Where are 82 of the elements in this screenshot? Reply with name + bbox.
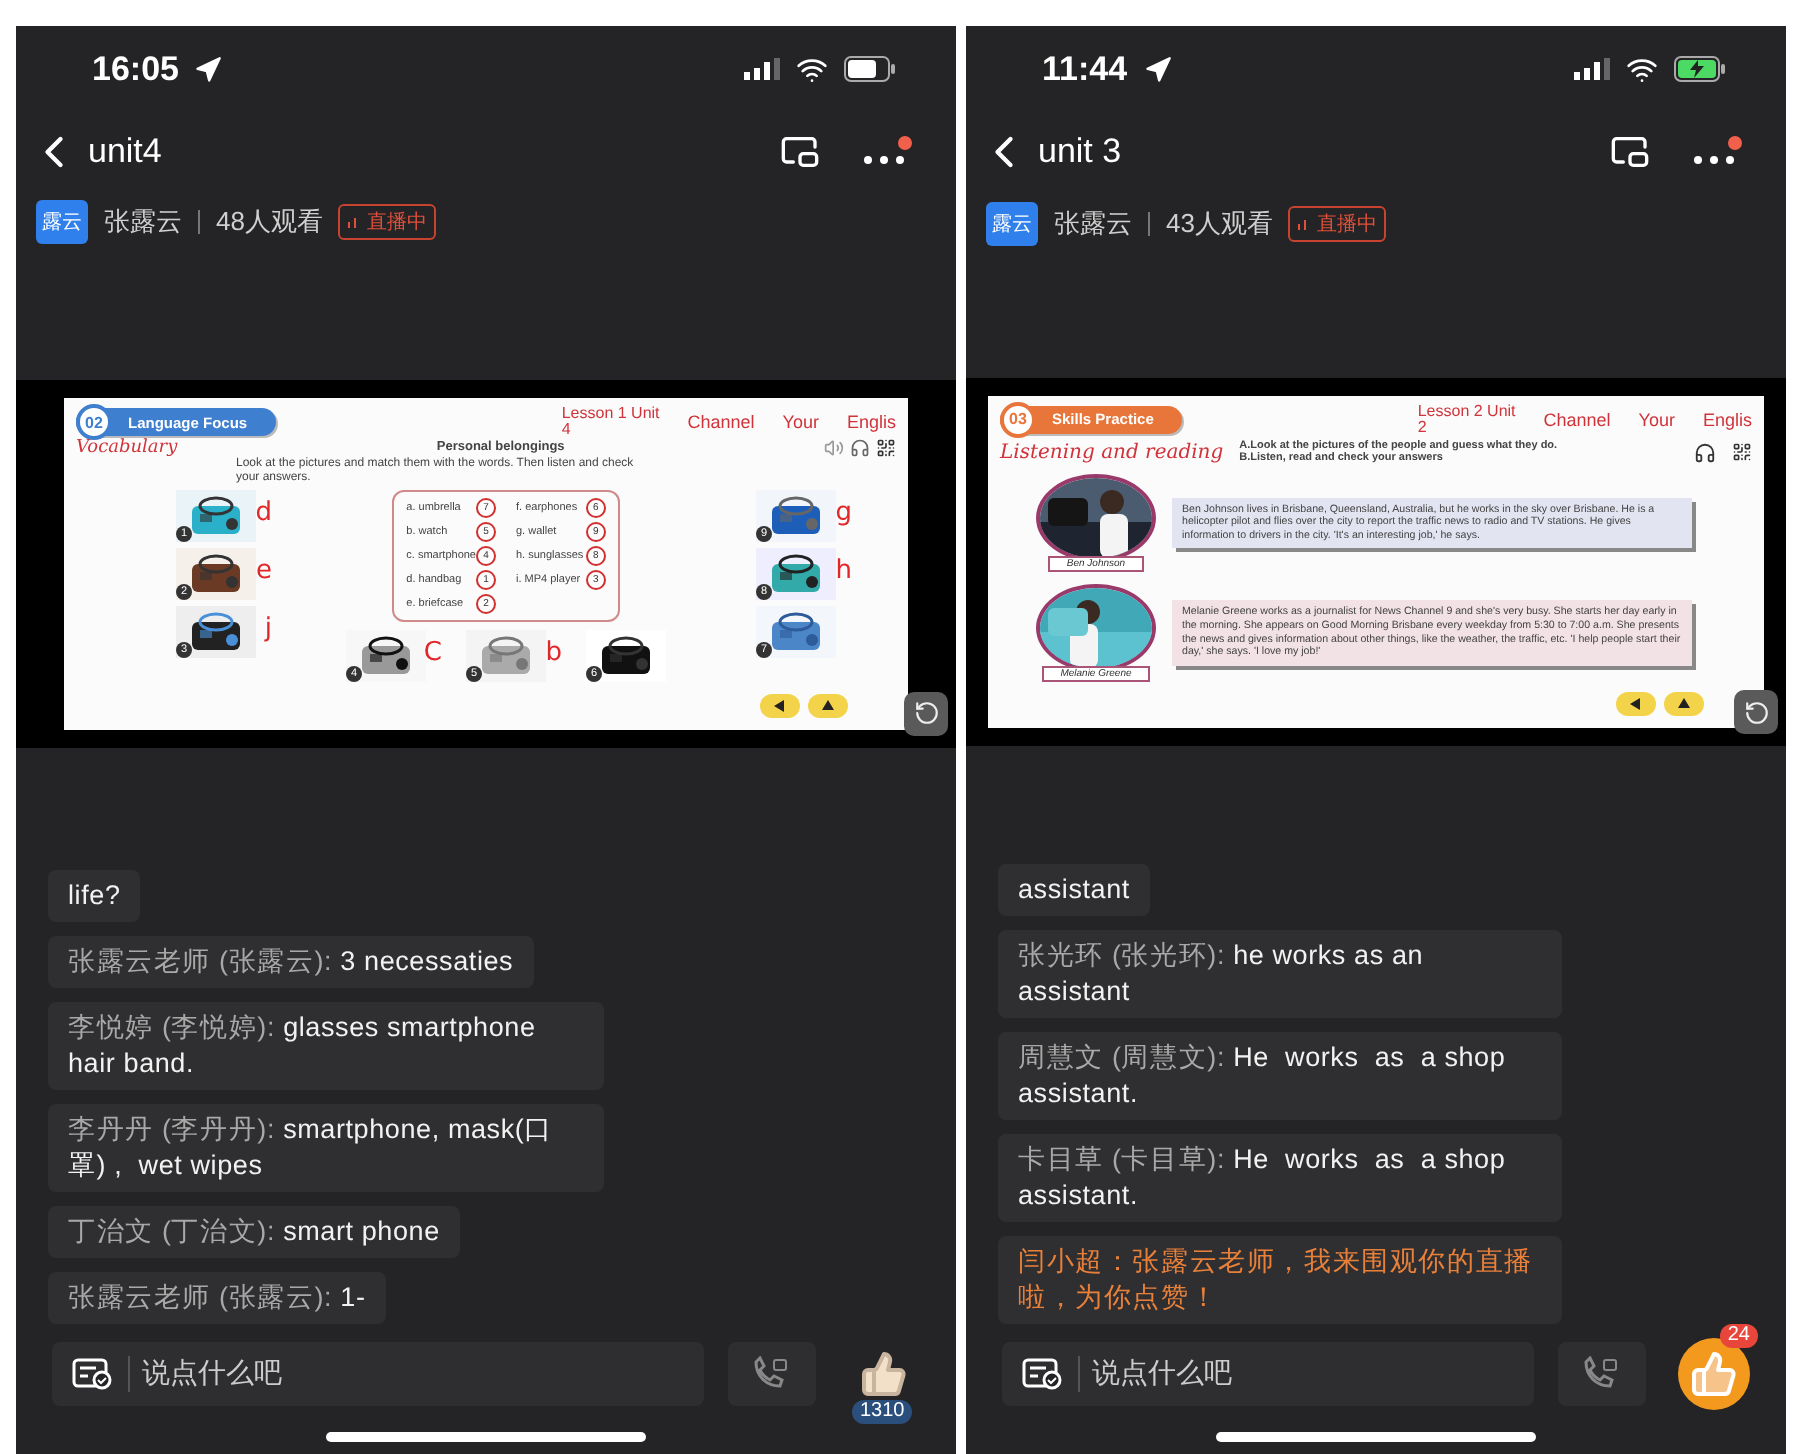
status-time: 11:44 <box>1042 49 1128 90</box>
handwritten-letter: j <box>264 614 272 645</box>
chat-message: 李悦婷 (李悦婷): glasses smartphone hair band. <box>48 1002 604 1091</box>
call-button[interactable] <box>728 1342 816 1407</box>
chat-message: 丁治文 (丁治文): smart phone <box>48 1206 460 1259</box>
lesson-title: Lesson 2 Unit <box>1417 403 1516 420</box>
book-title-word: Channel <box>1543 409 1611 430</box>
chat-message: 李丹丹 (李丹丹): smartphone, mask(口罩) , wet wipes <box>48 1104 604 1193</box>
book-title-word: Englis <box>846 412 896 433</box>
previous-button[interactable] <box>760 694 800 719</box>
lesson-number: 2 <box>1417 419 1429 436</box>
headphones-icon[interactable] <box>850 438 870 459</box>
handwritten-letter: e <box>256 556 272 587</box>
more-icon[interactable] <box>864 135 912 168</box>
rotate-icon <box>1743 699 1769 725</box>
page-title: unit4 <box>88 131 162 172</box>
triangle-left-icon <box>1630 697 1642 710</box>
lesson-title: Lesson 1 Unit <box>561 406 660 423</box>
slide-subtitle: Vocabulary <box>76 438 178 459</box>
handwritten-letter: h <box>835 556 852 587</box>
qr-code-icon <box>1732 442 1752 463</box>
rotate-button[interactable] <box>904 691 948 736</box>
rotate-button[interactable] <box>1734 690 1778 734</box>
viewer-count: 43人观看 <box>1166 205 1273 242</box>
host-name: 张露云 <box>1054 205 1132 242</box>
more-icon[interactable] <box>1694 135 1742 168</box>
handwritten-letter: d <box>255 498 272 529</box>
chat-message: life? <box>48 870 141 923</box>
chat-message: 闫小超：张露云老师，我来围观你的直播啦，为你点赞！ <box>998 1236 1562 1325</box>
chat-message: assistant <box>998 864 1150 917</box>
location-icon <box>1143 55 1172 84</box>
comment-icon <box>72 1358 112 1391</box>
host-avatar: 露云 <box>36 200 88 245</box>
up-button[interactable] <box>808 694 848 719</box>
comment-icon <box>1022 1358 1062 1391</box>
signal-icon <box>744 58 780 81</box>
comment-field[interactable]: 说点什么吧 <box>1002 1342 1534 1407</box>
wifi-icon <box>796 53 828 86</box>
call-button[interactable] <box>1558 1342 1646 1407</box>
previous-button[interactable] <box>1616 691 1656 716</box>
live-badge: 直播中 <box>1288 205 1387 242</box>
host-avatar: 露云 <box>986 201 1038 246</box>
triangle-left-icon <box>774 700 786 713</box>
chat-message: 张露云老师 (张露云): 1- <box>48 1272 386 1325</box>
book-title-word: Englis <box>1702 409 1752 430</box>
chat-message: 张露云老师 (张露云): 3 necessaties <box>48 936 534 989</box>
like-button[interactable]: 1310 <box>840 1324 928 1425</box>
live-badge: 直播中 <box>338 204 437 241</box>
comment-field[interactable]: 说点什么吧 <box>52 1342 704 1407</box>
slide-subtitle: Listening and reading <box>1000 441 1224 464</box>
chat-message: 周慧文 (周慧文): He works as a shop assistant. <box>998 1032 1562 1121</box>
chat-message: 张光环 (张光环): he works as an assistant <box>998 930 1562 1019</box>
rotate-icon <box>913 700 939 727</box>
up-button[interactable] <box>1664 691 1704 716</box>
wifi-icon <box>1626 53 1658 86</box>
like-count: 24 <box>1719 1324 1758 1349</box>
section-number: 02 <box>76 404 112 441</box>
handwritten-letter: g <box>835 498 852 529</box>
section-number: 03 <box>1000 401 1036 438</box>
book-title-word: Your <box>782 412 819 433</box>
speaker-icon[interactable] <box>824 438 844 459</box>
triangle-up-icon <box>822 700 834 713</box>
thumbs-up-icon <box>1690 1350 1738 1399</box>
thumbs-up-icon <box>860 1350 908 1399</box>
page-title: unit 3 <box>1038 131 1122 172</box>
like-count: 1310 <box>852 1400 913 1425</box>
book-title-word: Your <box>1638 409 1675 430</box>
chat-message: 卡目草 (卡目草): He works as a shop assistant. <box>998 1134 1562 1223</box>
picture-in-picture-icon[interactable] <box>780 131 820 172</box>
handwritten-letter: C <box>423 638 442 669</box>
triangle-up-icon <box>1678 697 1690 710</box>
picture-in-picture-icon[interactable] <box>1610 131 1650 172</box>
headphones-icon[interactable] <box>1694 441 1716 464</box>
status-time: 16:05 <box>92 49 179 90</box>
book-title-word: Channel <box>687 412 755 433</box>
viewer-count: 48人观看 <box>216 204 323 241</box>
handwritten-letter: b <box>545 638 562 669</box>
location-icon <box>194 55 223 84</box>
host-name: 张露云 <box>104 204 182 241</box>
signal-icon <box>1574 58 1610 81</box>
lesson-number: 4 <box>561 422 573 439</box>
qr-code-icon <box>876 438 896 459</box>
